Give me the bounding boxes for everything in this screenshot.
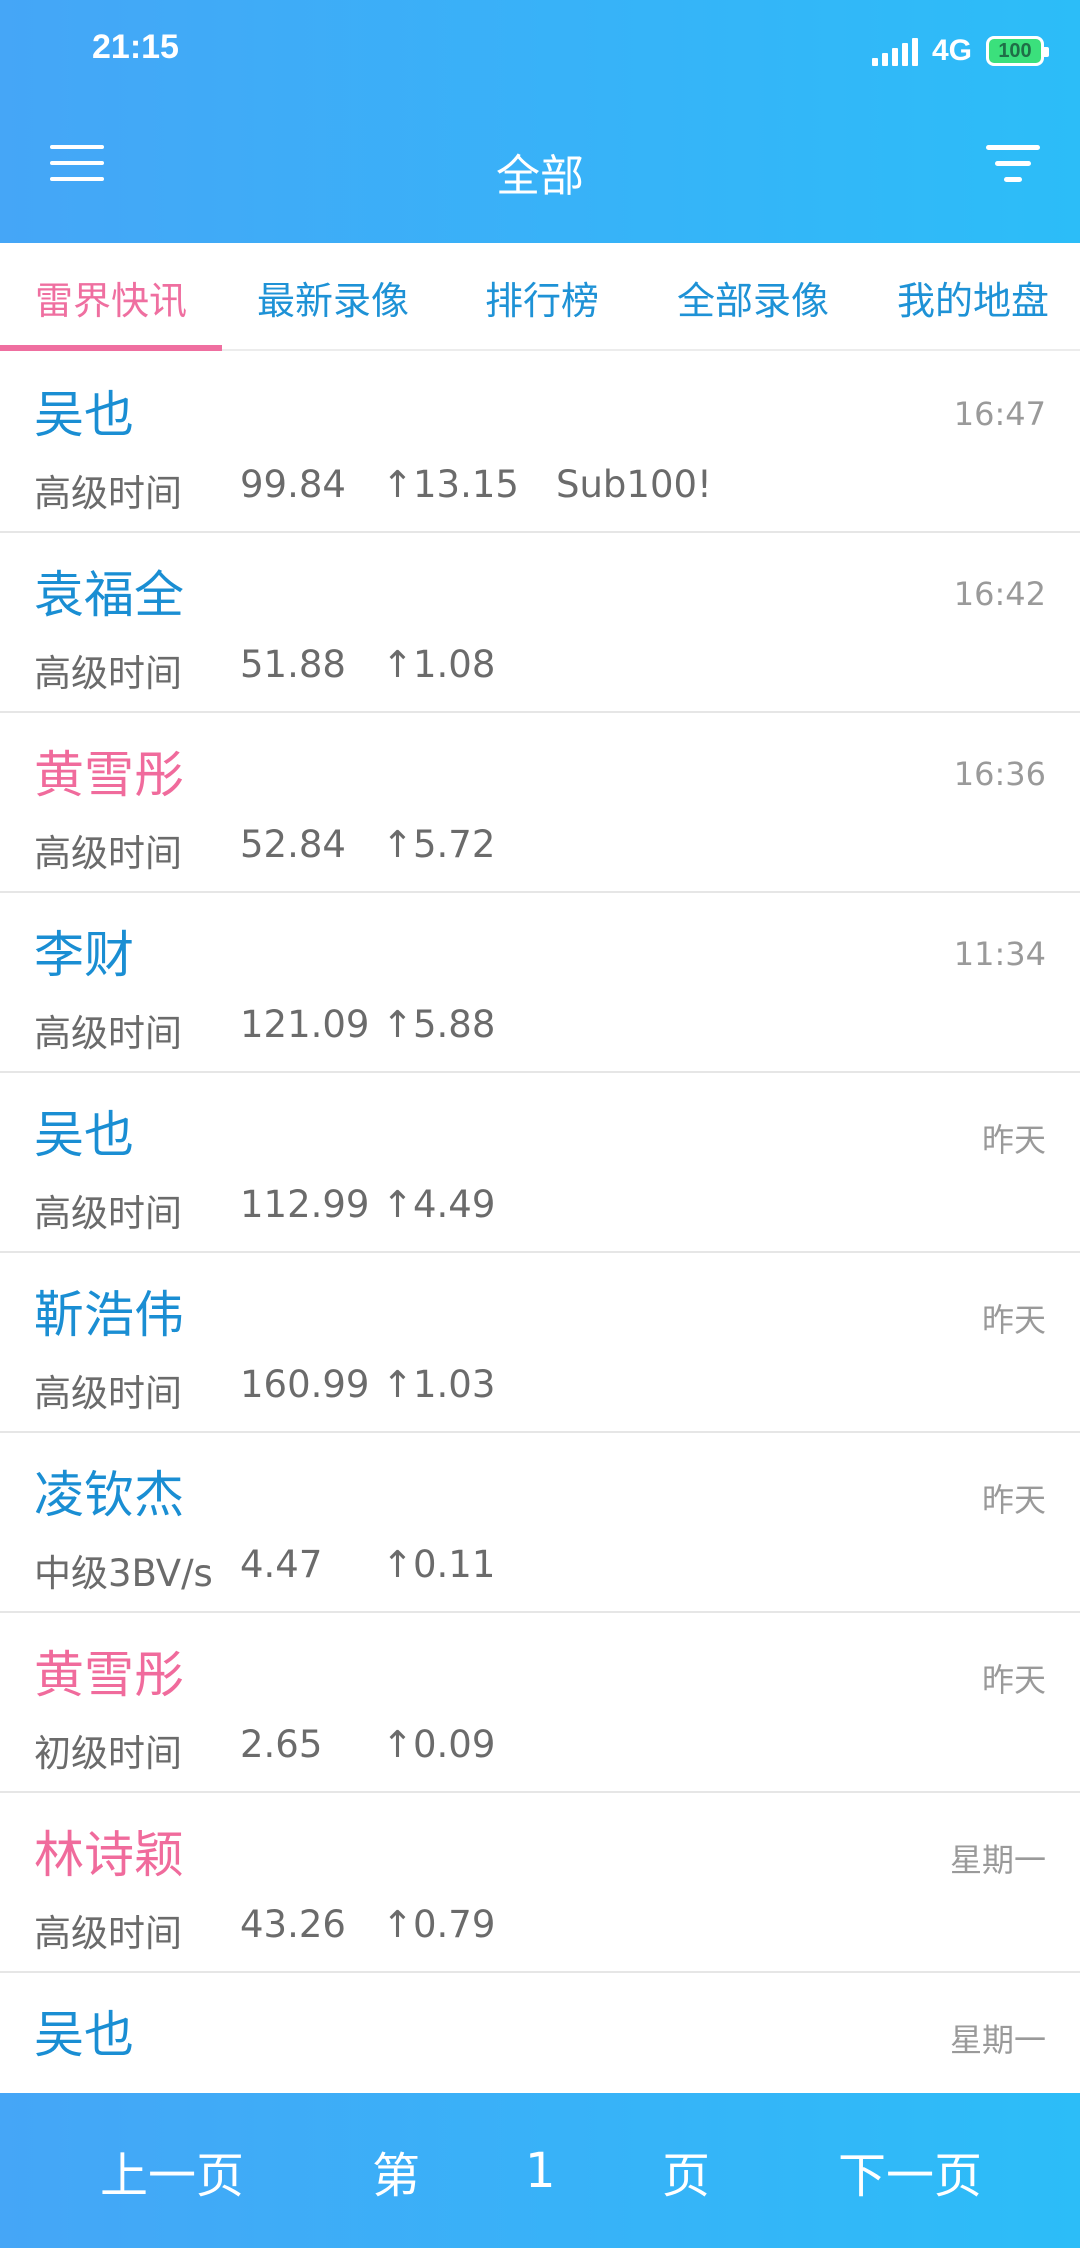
record-type: 中级3BV/s xyxy=(34,1552,213,1595)
record-note: Sub100! xyxy=(556,463,712,506)
tab-latest-videos[interactable]: 最新录像 xyxy=(222,243,444,351)
list-item[interactable]: 吴也 16:47 高级时间 99.84 ↑13.15 Sub100! xyxy=(0,353,1080,533)
record-value: 51.88 xyxy=(240,643,346,686)
page-number[interactable]: 1 xyxy=(525,2093,556,2248)
record-improvement: ↑0.11 xyxy=(382,1543,496,1586)
status-indicators: 4G 100 xyxy=(871,28,1049,74)
record-type: 高级时间 xyxy=(34,1012,182,1055)
pagination-bar: 上一页 第 1 页 下一页 xyxy=(0,2093,1080,2248)
entry-time: 星期一 xyxy=(949,2021,1046,2059)
tab-all-videos[interactable]: 全部录像 xyxy=(640,243,866,351)
record-improvement: ↑4.49 xyxy=(382,1183,496,1226)
entry-time: 16:47 xyxy=(953,395,1046,433)
tab-ranking[interactable]: 排行榜 xyxy=(444,243,640,351)
entry-time: 昨天 xyxy=(981,1661,1046,1699)
player-name: 吴也 xyxy=(34,1106,134,1164)
status-time: 21:15 xyxy=(92,28,179,66)
player-name: 黄雪彤 xyxy=(34,1646,184,1704)
record-improvement: ↑0.09 xyxy=(382,1723,496,1766)
app-header: 21:15 4G 100 全部 xyxy=(0,0,1080,243)
player-name: 吴也 xyxy=(34,386,134,444)
prev-page-button[interactable]: 上一页 xyxy=(100,2093,244,2248)
entry-time: 16:36 xyxy=(953,755,1046,793)
network-type: 4G xyxy=(931,34,972,67)
list-item[interactable]: 吴也 昨天 高级时间 112.99 ↑4.49 xyxy=(0,1073,1080,1253)
record-improvement: ↑1.08 xyxy=(382,643,496,686)
record-type: 高级时间 xyxy=(34,472,182,515)
record-type: 高级时间 xyxy=(34,832,182,875)
page-suffix: 页 xyxy=(662,2147,711,2204)
page-prefix: 第 xyxy=(372,2147,421,2204)
record-improvement: ↑0.79 xyxy=(382,1903,496,1946)
list-item[interactable]: 林诗颖 星期一 高级时间 43.26 ↑0.79 xyxy=(0,1793,1080,1973)
list-item[interactable]: 李财 11:34 高级时间 121.09 ↑5.88 xyxy=(0,893,1080,1073)
player-name: 林诗颖 xyxy=(34,1826,184,1884)
list-item[interactable]: 黄雪彤 16:36 高级时间 52.84 ↑5.72 xyxy=(0,713,1080,893)
tab-active-indicator xyxy=(0,345,222,351)
list-item[interactable]: 凌钦杰 昨天 中级3BV/s 4.47 ↑0.11 xyxy=(0,1433,1080,1613)
record-improvement: ↑1.03 xyxy=(382,1363,496,1406)
entry-time: 11:34 xyxy=(953,935,1046,973)
news-list: 吴也 16:47 高级时间 99.84 ↑13.15 Sub100! 袁福全 1… xyxy=(0,353,1080,2153)
player-name: 吴也 xyxy=(34,2006,134,2064)
player-name: 李财 xyxy=(34,926,134,984)
record-value: 2.65 xyxy=(240,1723,323,1766)
page-title: 全部 xyxy=(496,151,584,202)
entry-time: 昨天 xyxy=(981,1121,1046,1159)
player-name: 凌钦杰 xyxy=(34,1466,184,1524)
record-value: 121.09 xyxy=(240,1003,370,1046)
tab-my-territory[interactable]: 我的地盘 xyxy=(866,243,1080,351)
player-name: 袁福全 xyxy=(34,566,184,624)
list-item[interactable]: 黄雪彤 昨天 初级时间 2.65 ↑0.09 xyxy=(0,1613,1080,1793)
next-page-button[interactable]: 下一页 xyxy=(838,2093,982,2248)
app-root: 21:15 4G 100 全部 雷界快讯 最新录像 排行榜 全部录像 我的地盘 … xyxy=(0,0,1080,2248)
record-value: 4.47 xyxy=(240,1543,323,1586)
entry-time: 星期一 xyxy=(949,1841,1046,1879)
record-type: 高级时间 xyxy=(34,1372,182,1415)
entry-time: 16:42 xyxy=(953,575,1046,613)
battery-icon: 100 xyxy=(986,36,1049,66)
record-value: 43.26 xyxy=(240,1903,346,1946)
tab-news[interactable]: 雷界快讯 xyxy=(0,243,222,351)
entry-time: 昨天 xyxy=(981,1481,1046,1519)
record-improvement: ↑13.15 xyxy=(382,463,519,506)
record-improvement: ↑5.72 xyxy=(382,823,496,866)
record-type: 初级时间 xyxy=(34,1732,182,1775)
entry-time: 昨天 xyxy=(981,1301,1046,1339)
record-type: 高级时间 xyxy=(34,1192,182,1235)
record-value: 112.99 xyxy=(240,1183,370,1226)
record-value: 52.84 xyxy=(240,823,346,866)
record-type: 高级时间 xyxy=(34,652,182,695)
record-improvement: ↑5.88 xyxy=(382,1003,496,1046)
player-name: 靳浩伟 xyxy=(34,1286,184,1344)
player-name: 黄雪彤 xyxy=(34,746,184,804)
tab-bar: 雷界快讯 最新录像 排行榜 全部录像 我的地盘 xyxy=(0,243,1080,351)
list-item[interactable]: 靳浩伟 昨天 高级时间 160.99 ↑1.03 xyxy=(0,1253,1080,1433)
battery-level: 100 xyxy=(998,39,1032,62)
filter-icon[interactable] xyxy=(986,145,1040,185)
record-value: 160.99 xyxy=(240,1363,370,1406)
signal-icon xyxy=(871,36,918,66)
list-item[interactable]: 袁福全 16:42 高级时间 51.88 ↑1.08 xyxy=(0,533,1080,713)
record-value: 99.84 xyxy=(240,463,346,506)
record-type: 高级时间 xyxy=(34,1912,182,1955)
